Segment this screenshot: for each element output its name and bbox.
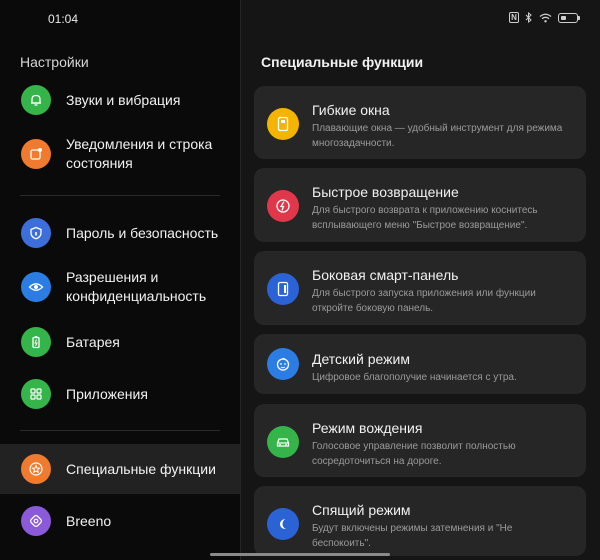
sidebar-item-breeno[interactable]: Breeno: [0, 505, 240, 537]
breeno-icon: [21, 506, 51, 536]
card-flexible-windows[interactable]: Гибкие окна Плавающие окна — удобный инс…: [254, 86, 586, 159]
sidebar-item-security[interactable]: Пароль и безопасность: [0, 217, 240, 249]
card-title: Детский режим: [312, 351, 410, 367]
card-title: Боковая смарт-панель: [312, 267, 459, 283]
card-smart-sidebar[interactable]: Боковая смарт-панель Для быстрого запуск…: [254, 251, 586, 325]
lightning-icon: [267, 190, 299, 222]
kid-face-icon: [267, 348, 299, 380]
sidebar-item-label: Специальные функции: [66, 460, 216, 477]
card-sleep-mode[interactable]: Спящий режим Будут включены режимы затем…: [254, 486, 586, 556]
home-indicator[interactable]: [210, 553, 390, 556]
card-title: Быстрое возвращение: [312, 184, 459, 200]
shield-icon: [21, 218, 51, 248]
sidebar-item-label: Разрешения и конфиденциальность: [66, 269, 207, 304]
wifi-icon: [539, 13, 552, 23]
sidebar-item-label: Батарея: [66, 333, 120, 350]
bluetooth-icon: [525, 12, 533, 23]
sidebar-item-notifications[interactable]: Уведомления и строка состояния: [0, 134, 240, 174]
status-time: 01:04: [48, 12, 79, 26]
card-description: Для быстрого запуска приложения или функ…: [312, 288, 536, 314]
side-panel-icon: [267, 273, 299, 305]
card-title: Гибкие окна: [312, 102, 390, 118]
card-kids-mode[interactable]: Детский режим Цифровое благополучие начи…: [254, 334, 586, 394]
sidebar-item-sounds[interactable]: Звуки и вибрация: [0, 84, 240, 116]
star-icon: [21, 454, 51, 484]
nfc-icon: N: [509, 12, 519, 23]
sidebar-item-battery[interactable]: Батарея: [0, 326, 240, 358]
card-description: Для быстрого возврата к приложению косни…: [312, 205, 538, 231]
card-driving-mode[interactable]: Режим вождения Голосовое управление позв…: [254, 404, 586, 477]
card-description: Цифровое благополучие начинается с утра.: [312, 372, 517, 383]
card-description: Будут включены режимы затемнения и "Не б…: [312, 523, 513, 549]
bell-icon: [21, 85, 51, 115]
floating-window-icon: [267, 108, 299, 140]
card-title: Режим вождения: [312, 420, 423, 436]
eye-icon: [21, 272, 51, 302]
sidebar-item-label: Уведомления и строка состояния: [66, 136, 213, 171]
settings-title: Настройки: [20, 54, 89, 70]
sidebar-item-accessibility[interactable]: Специальные функции: [0, 444, 240, 494]
card-description: Плавающие окна — удобный инструмент для …: [312, 123, 563, 149]
notification-icon: [21, 139, 51, 169]
card-title: Спящий режим: [312, 502, 411, 518]
sidebar-item-permissions[interactable]: Разрешения и конфиденциальность: [0, 267, 240, 307]
sidebar-item-label: Breeno: [66, 512, 112, 529]
battery-icon: [21, 327, 51, 357]
apps-grid-icon: [21, 379, 51, 409]
sidebar-divider: [20, 430, 220, 431]
card-quick-return[interactable]: Быстрое возвращение Для быстрого возврат…: [254, 168, 586, 242]
page-title: Специальные функции: [261, 54, 424, 70]
car-icon: [267, 426, 299, 458]
moon-icon: [267, 508, 299, 540]
card-description: Голосовое управление позволит полностью …: [312, 441, 516, 467]
sidebar-item-label: Звуки и вибрация: [66, 91, 181, 108]
battery-status-icon: [558, 12, 580, 23]
status-icons: N: [509, 12, 580, 23]
sidebar-item-label: Приложения: [66, 385, 148, 402]
sidebar-divider: [20, 195, 220, 196]
sidebar-item-label: Пароль и безопасность: [66, 224, 219, 241]
sidebar-item-apps[interactable]: Приложения: [0, 378, 240, 410]
